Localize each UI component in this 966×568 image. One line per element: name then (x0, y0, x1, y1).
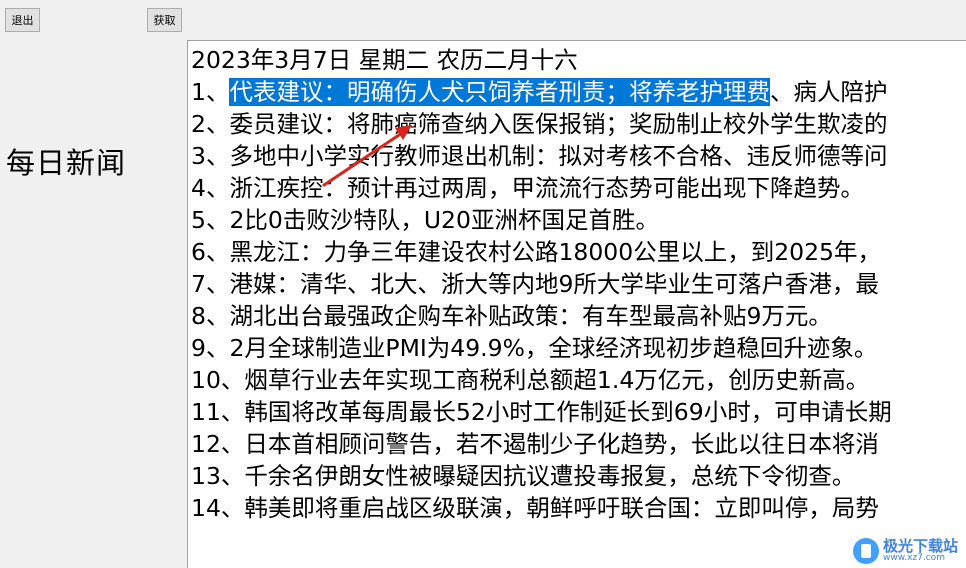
app-window: 退出 获取 每日新闻 2023年3月7日 星期二 农历二月十六 1、代表建议：明… (0, 0, 966, 568)
news-item: 8、湖北出台最强政企购车补贴政策：有车型最高补贴9万元。 (191, 302, 832, 330)
watermark-sub: www.xz7.com (882, 553, 945, 563)
page-title: 每日新闻 (6, 146, 127, 180)
selected-text[interactable]: 代表建议：明确伤人犬只饲养者刑责；将养老护理费 (229, 78, 770, 106)
news-item-1-rest: 、病人陪护 (769, 78, 888, 106)
date-line: 2023年3月7日 星期二 农历二月十六 (191, 46, 578, 74)
watermark-logo-icon (852, 538, 879, 564)
news-item: 11、韩国将改革每周最长52小时工作制延长到69小时，可申请长期 (191, 398, 892, 426)
news-item: 5、2比0击败沙特队，U20亚洲杯国足首胜。 (191, 206, 659, 234)
news-text-area[interactable]: 2023年3月7日 星期二 农历二月十六 1、代表建议：明确伤人犬只饲养者刑责；… (187, 40, 966, 568)
news-item-1: 1、代表建议：明确伤人犬只饲养者刑责；将养老护理费、病人陪护 (191, 76, 892, 108)
news-item: 12、日本首相顾问警告，若不遏制少子化趋势，长此以往日本将消 (191, 430, 879, 458)
watermark: 极光下载站 www.xz7.com (852, 537, 958, 564)
news-item: 3、多地中小学实行教师退出机制：拟对考核不合格、违反师德等问 (191, 142, 888, 170)
news-lines: 2023年3月7日 星期二 农历二月十六 1、代表建议：明确伤人犬只饲养者刑责；… (191, 44, 892, 524)
news-item: 9、2月全球制造业PMI为49.9%，全球经济现初步趋稳回升迹象。 (191, 334, 878, 362)
exit-button[interactable]: 退出 (5, 8, 40, 32)
news-item: 14、韩美即将重启战区级联演，朝鲜呼吁联合国：立即叫停，局势 (191, 494, 879, 522)
news-item: 10、烟草行业去年实现工商税利总额超1.4万亿元，创历史新高。 (191, 366, 870, 394)
news-item: 6、黑龙江：力争三年建设农村公路18000公里以上，到2025年， (191, 238, 882, 266)
news-item-1-prefix: 1、 (191, 78, 230, 106)
watermark-main: 极光下载站 (882, 537, 958, 555)
news-item: 4、浙江疾控：预计再过两周，甲流流行态势可能出现下降趋势。 (191, 174, 864, 202)
fetch-button[interactable]: 获取 (147, 8, 182, 32)
news-item: 7、港媒：清华、北大、浙大等内地9所大学毕业生可落户香港，最 (191, 270, 879, 298)
news-item: 13、千余名伊朗女性被曝疑因抗议遭投毒报复，总统下令彻查。 (191, 462, 856, 490)
news-item: 2、委员建议：将肺癌筛查纳入医保报销；奖励制止校外学生欺凌的 (191, 110, 888, 138)
